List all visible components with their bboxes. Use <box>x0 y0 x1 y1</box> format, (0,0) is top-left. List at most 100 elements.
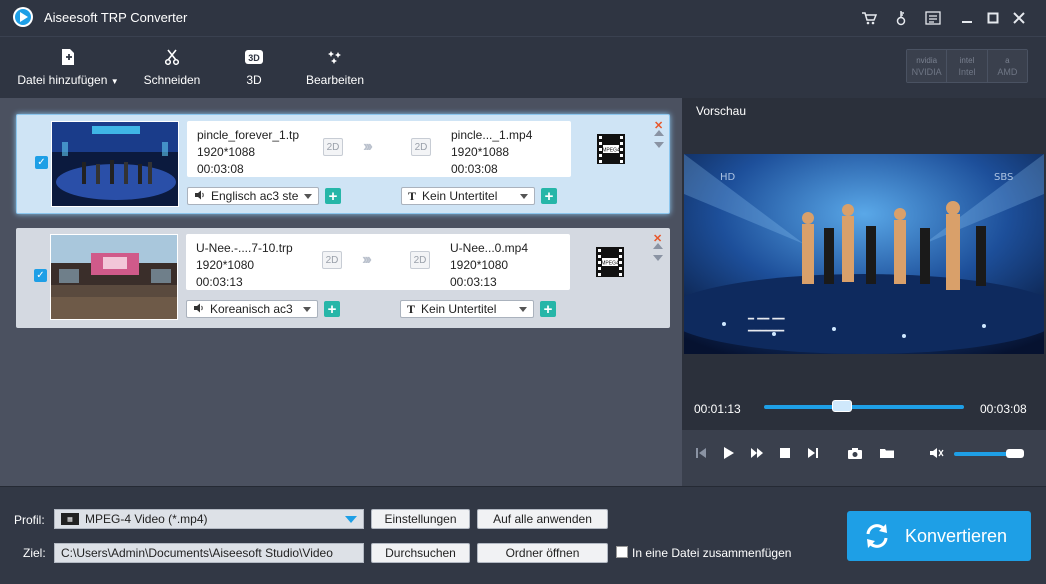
subtitle-value: Kein Untertitel <box>421 302 497 316</box>
key-icon[interactable] <box>892 9 910 27</box>
cart-icon[interactable] <box>860 9 878 27</box>
source-2d-badge: 2D <box>323 138 343 156</box>
chevron-down-icon[interactable]: ▼ <box>111 77 119 86</box>
seek-bar[interactable] <box>764 405 964 409</box>
minimize-icon[interactable] <box>958 9 976 27</box>
output-filename: pincle..._1.mp4 <box>451 128 533 142</box>
file-checkbox[interactable]: ✓ <box>35 156 48 169</box>
skip-start-icon[interactable] <box>692 444 710 462</box>
convert-refresh-icon <box>863 522 891 550</box>
file-row[interactable]: ✓ pincle_forever_1.tp 1920*1088 00:03:08… <box>16 114 670 214</box>
snapshot-icon[interactable] <box>846 444 864 462</box>
audio-track-dropdown[interactable]: Englisch ac3 ste <box>187 187 319 205</box>
mpeg4-format-icon[interactable]: MPEG4 <box>594 246 626 278</box>
close-icon[interactable] <box>1010 9 1028 27</box>
source-duration: 00:03:13 <box>196 275 243 289</box>
add-audio-button[interactable]: + <box>324 301 340 317</box>
destination-label: Ziel: <box>23 546 46 560</box>
maximize-icon[interactable] <box>984 9 1002 27</box>
file-thumbnail[interactable] <box>50 234 178 320</box>
svg-text:SBS: SBS <box>994 172 1013 183</box>
apply-all-button[interactable]: Auf alle anwenden <box>477 509 608 529</box>
audio-track-dropdown[interactable]: Koreanisch ac3 <box>186 300 318 318</box>
cut-label: Schneiden <box>143 73 201 87</box>
nvidia-logo-icon: nvidia <box>916 55 938 65</box>
subtitle-dropdown[interactable]: T Kein Untertitel <box>401 187 535 205</box>
add-audio-button[interactable]: + <box>325 188 341 204</box>
preview-video[interactable]: ━ ━━ ━━ ━━━━━━ HD SBS <box>684 154 1044 354</box>
amd-logo-icon: a <box>1005 55 1010 65</box>
edit-button[interactable]: Bearbeiten <box>302 37 368 99</box>
nvidia-accel-button[interactable]: nvidia NVIDIA <box>907 50 948 82</box>
file-checkbox[interactable]: ✓ <box>34 269 47 282</box>
source-resolution: 1920*1080 <box>196 258 255 272</box>
text-t-icon: T <box>407 301 416 316</box>
bottom-bar: Profil: ▦ MPEG-4 Video (*.mp4) Einstellu… <box>0 486 1046 584</box>
current-time: 00:01:13 <box>694 402 741 416</box>
volume-handle[interactable] <box>1006 449 1024 458</box>
source-resolution: 1920*1088 <box>197 145 256 159</box>
intel-accel-button[interactable]: intel Intel <box>947 50 988 82</box>
subtitle-dropdown[interactable]: T Kein Untertitel <box>400 300 534 318</box>
skip-end-icon[interactable] <box>804 444 822 462</box>
move-up-icon[interactable] <box>654 130 664 136</box>
seek-handle[interactable] <box>832 400 852 412</box>
edit-label: Bearbeiten <box>305 73 365 87</box>
destination-path-field[interactable]: C:\Users\Admin\Documents\Aiseesoft Studi… <box>54 543 364 563</box>
chevron-down-icon <box>304 193 312 199</box>
output-resolution: 1920*1080 <box>450 258 509 272</box>
browse-button[interactable]: Durchsuchen <box>371 543 470 563</box>
output-2d-badge: 2D <box>411 138 431 156</box>
convert-button[interactable]: Konvertieren <box>847 511 1031 561</box>
source-2d-badge: 2D <box>322 251 342 269</box>
add-file-button[interactable]: Datei hinzufügen ▼ <box>12 37 124 99</box>
folder-icon[interactable] <box>878 444 896 462</box>
volume-icon[interactable] <box>928 444 946 462</box>
output-resolution: 1920*1088 <box>451 145 510 159</box>
file-thumbnail[interactable] <box>51 121 179 207</box>
preview-panel: Vorschau ━ ━━ ━━ ━━━━━━ HD SBS 00:01:13 … <box>682 98 1046 486</box>
preview-title: Vorschau <box>696 104 747 118</box>
chevron-down-icon <box>303 306 311 312</box>
format-label: MPEG4 <box>602 148 620 154</box>
film-icon: ▦ <box>61 513 79 525</box>
chevron-down-icon <box>520 193 528 199</box>
svg-text:━ ━━ ━━: ━ ━━ ━━ <box>747 314 785 325</box>
intel-logo-icon: intel <box>959 55 975 65</box>
cut-button[interactable]: Schneiden <box>140 37 204 99</box>
source-filename: U-Nee.-....7-10.trp <box>196 241 293 255</box>
subtitle-value: Kein Untertitel <box>422 189 498 203</box>
nvidia-label: NVIDIA <box>911 66 942 77</box>
move-down-icon[interactable] <box>653 255 663 261</box>
output-duration: 00:03:08 <box>451 162 498 176</box>
svg-text:3D: 3D <box>248 53 260 63</box>
settings-button[interactable]: Einstellungen <box>371 509 470 529</box>
app-title: Aiseesoft TRP Converter <box>44 10 188 25</box>
3d-label: 3D <box>246 73 262 87</box>
app-logo-icon <box>13 7 33 27</box>
play-icon[interactable] <box>720 444 738 462</box>
convert-arrows-icon: ››› <box>363 138 373 155</box>
merge-label: In eine Datei zusammenfügen <box>632 546 792 560</box>
stop-icon[interactable] <box>776 444 794 462</box>
output-info: pincle..._1.mp4 1920*1088 00:03:08 <box>451 127 532 178</box>
merge-checkbox[interactable] <box>616 546 628 558</box>
file-row[interactable]: ✓ U-Nee.-....7-10.trp 1920*1080 00:03:13… <box>16 228 670 328</box>
playback-controls <box>682 430 1046 486</box>
profile-label: Profil: <box>14 513 45 527</box>
add-subtitle-button[interactable]: + <box>541 188 557 204</box>
profile-dropdown[interactable]: ▦ MPEG-4 Video (*.mp4) <box>54 509 364 529</box>
move-up-icon[interactable] <box>653 243 663 249</box>
fast-forward-icon[interactable] <box>748 444 766 462</box>
amd-accel-button[interactable]: a AMD <box>987 50 1027 82</box>
3d-button[interactable]: 3D 3D <box>232 37 276 99</box>
menu-list-icon[interactable] <box>924 9 942 27</box>
source-info: pincle_forever_1.tp 1920*1088 00:03:08 <box>197 127 299 178</box>
mpeg4-format-icon[interactable]: MPEG4 <box>595 133 627 165</box>
move-down-icon[interactable] <box>654 142 664 148</box>
output-2d-badge: 2D <box>410 251 430 269</box>
speaker-icon <box>194 189 205 203</box>
open-folder-button[interactable]: Ordner öffnen <box>477 543 608 563</box>
speaker-icon <box>193 302 204 316</box>
add-subtitle-button[interactable]: + <box>540 301 556 317</box>
